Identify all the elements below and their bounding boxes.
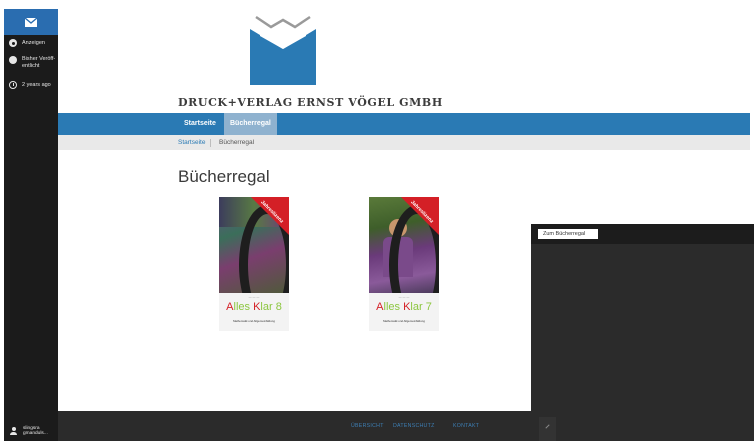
- book-series-title: Alles Klar 7: [369, 301, 439, 313]
- book-cover-image: Jahreslizenz: [219, 197, 289, 293]
- browser-viewport: Anzeigen Bisher Veröff-entlicht 2 years …: [0, 0, 754, 441]
- series-letter-a: A: [376, 301, 384, 313]
- book-cover-alles-klar-8[interactable]: Jahreslizenz — — — Alles Klar 8 Mathemat…: [219, 197, 289, 331]
- sidebar-item-label: Anzeigen: [22, 39, 45, 46]
- book-cover-image: Jahreslizenz: [369, 197, 439, 293]
- sidebar-item-date: 2 years ago: [4, 81, 58, 89]
- page-title: Bücherregal: [178, 167, 270, 186]
- globe-icon: [9, 56, 17, 64]
- breadcrumb-separator: [210, 139, 211, 147]
- footer-link-overview[interactable]: ÜBERSICHT: [351, 423, 384, 429]
- sidebar-item-label: Bisher Veröff-entlicht: [22, 56, 56, 69]
- eye-icon: [9, 39, 17, 47]
- user-icon: [10, 427, 17, 435]
- footer-link-contact[interactable]: KONTAKT: [453, 423, 479, 429]
- book-meta: — — —: [248, 295, 260, 299]
- book-cover-alles-klar-7[interactable]: Jahreslizenz — — — Alles Klar 7 Mathemat…: [369, 197, 439, 331]
- sidebar-user[interactable]: slingsra gmanduls...: [4, 421, 58, 441]
- book-series-title: Alles Klar 8: [219, 301, 289, 313]
- admin-sidebar: Anzeigen Bisher Veröff-entlicht 2 years …: [4, 9, 58, 441]
- main-navigation: Startseite Bücherregal: [58, 113, 750, 135]
- sidebar-item-label: 2 years ago: [22, 81, 51, 88]
- resize-handle[interactable]: [539, 417, 556, 441]
- sidebar-item-published[interactable]: Bisher Veröff-entlicht: [4, 56, 58, 70]
- brand-name: DRUCK+VERLAG ERNST VÖGEL GMBH: [178, 96, 443, 109]
- user-label: slingsra gmanduls...: [23, 425, 48, 437]
- sidebar-item-view[interactable]: Anzeigen: [4, 39, 58, 47]
- clock-icon: [9, 81, 17, 89]
- breadcrumb-current: Bücherregal: [219, 139, 255, 146]
- sidebar-logo[interactable]: [4, 9, 58, 35]
- footer-link-privacy[interactable]: DATENSCHUTZ: [393, 423, 435, 429]
- breadcrumb-home-link[interactable]: Startseite: [178, 135, 205, 150]
- envelope-icon: [24, 17, 38, 27]
- series-text: lles: [233, 301, 254, 313]
- brand-logo[interactable]: [250, 15, 316, 85]
- nav-startseite[interactable]: Startseite: [178, 113, 222, 135]
- overlay-panel: Zum Bücherregal: [531, 224, 754, 441]
- book-subtitle: Mathematik und Allgemeinbildung: [233, 319, 275, 323]
- series-text: lles: [383, 301, 404, 313]
- book-subtitle: Mathematik und Allgemeinbildung: [383, 319, 425, 323]
- license-ribbon: [401, 197, 439, 235]
- nav-buecherregal[interactable]: Bücherregal: [224, 113, 277, 135]
- series-number: lar 7: [410, 301, 432, 313]
- breadcrumb: Startseite Bücherregal: [58, 135, 750, 150]
- series-number: lar 8: [260, 301, 282, 313]
- resize-icon: [545, 424, 550, 429]
- book-meta: — — —: [398, 295, 410, 299]
- series-letter-a: A: [226, 301, 234, 313]
- overlay-content: [531, 244, 754, 441]
- license-ribbon: [251, 197, 289, 235]
- back-to-bookshelf-button[interactable]: Zum Bücherregal: [538, 229, 598, 239]
